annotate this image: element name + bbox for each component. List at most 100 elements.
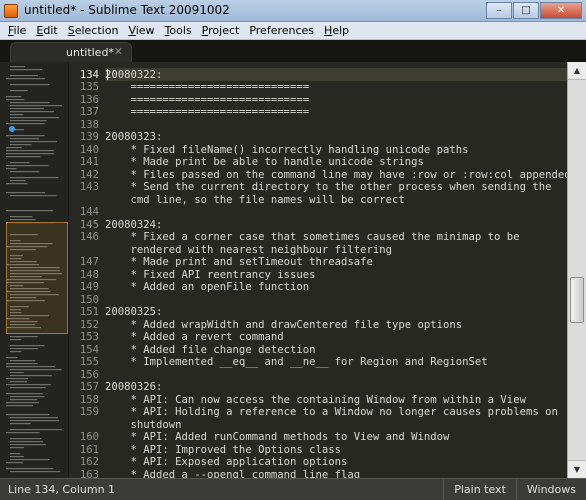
minimap-line xyxy=(6,405,33,407)
vertical-scrollbar[interactable]: ▲ ▼ xyxy=(567,62,586,478)
code-line[interactable]: 20080323: xyxy=(105,131,162,144)
syntax-selector[interactable]: Plain text xyxy=(443,479,516,500)
minimap-line xyxy=(6,366,56,368)
status-bar: Line 134, Column 1 Plain text Windows xyxy=(0,478,586,500)
menu-item-view[interactable]: View xyxy=(123,22,159,39)
menu-item-help[interactable]: Help xyxy=(319,22,354,39)
code-line[interactable]: cmd line, so the file names will be corr… xyxy=(105,194,405,207)
editor-area[interactable]: 134 135 136 137 138 139 140 141 142 143 144 145 146 1… xyxy=(0,62,586,481)
code-text[interactable]: 20080322: ============================ =… xyxy=(105,62,568,479)
title-bar: untitled* - Sublime Text 20091002 – □ ✕ xyxy=(0,0,586,22)
menu-item-tools[interactable]: Tools xyxy=(160,22,197,39)
line-number: 145 xyxy=(79,218,99,231)
menu-item-edit[interactable]: Edit xyxy=(31,22,62,39)
line-number: 137 xyxy=(79,106,99,118)
code-line[interactable]: ============================ xyxy=(105,94,310,107)
close-button[interactable]: ✕ xyxy=(540,2,582,19)
code-line[interactable]: * Fixed a corner case that sometimes cau… xyxy=(105,231,520,244)
line-number: 135 xyxy=(79,81,99,93)
line-number: 147 xyxy=(79,256,99,268)
line-number: 153 xyxy=(79,331,99,343)
minimap[interactable] xyxy=(0,62,69,478)
code-line[interactable]: 20080325: xyxy=(105,306,162,319)
menu-item-preferences[interactable]: Preferences xyxy=(244,22,319,39)
minimap-viewport[interactable] xyxy=(6,222,68,334)
line-number: 143 xyxy=(79,181,99,193)
code-line[interactable]: * Added a --opengl command line flag xyxy=(105,469,361,479)
scroll-up-icon[interactable]: ▲ xyxy=(568,62,586,80)
minimap-line xyxy=(10,459,50,461)
code-line[interactable]: ============================ xyxy=(105,81,310,94)
code-line[interactable]: * API: Added runCommand methods to View … xyxy=(105,431,450,444)
scrollbar-thumb[interactable] xyxy=(570,277,584,323)
code-line[interactable]: * Fixed fileName() incorrectly handling … xyxy=(105,144,469,157)
line-number: 150 xyxy=(79,293,99,306)
line-number: 134 xyxy=(79,68,99,81)
line-number: 156 xyxy=(79,368,99,381)
code-line[interactable]: 20080324: xyxy=(105,219,162,232)
menu-label: election xyxy=(74,24,119,37)
code-line[interactable]: * Implemented __eq__ and __ne__ for Regi… xyxy=(105,356,488,369)
minimap-line xyxy=(10,429,62,431)
minimize-button[interactable]: – xyxy=(486,2,512,19)
code-line[interactable]: * Added an openFile function xyxy=(105,281,310,294)
minimap-line xyxy=(10,69,43,71)
code-line[interactable]: rendered with nearest neighbour filterin… xyxy=(105,244,393,257)
minimap-line xyxy=(6,357,18,359)
minimap-line xyxy=(10,102,50,104)
code-line[interactable]: 20080322: xyxy=(105,69,162,82)
code-line[interactable]: * Added a revert command xyxy=(105,331,284,344)
menu-item-project[interactable]: Project xyxy=(197,22,245,39)
code-line[interactable]: * API: Holding a reference to a Window n… xyxy=(105,406,558,419)
line-endings-selector[interactable]: Windows xyxy=(515,479,586,500)
minimap-line xyxy=(10,111,55,113)
menu-accelerator: S xyxy=(67,24,75,37)
line-number: 138 xyxy=(79,118,99,131)
minimap-line xyxy=(10,351,22,353)
code-line[interactable]: * API: Exposed application options xyxy=(105,456,348,469)
code-line[interactable]: * Fixed API reentrancy issues xyxy=(105,269,316,282)
code-line[interactable]: * Made print be able to handle unicode s… xyxy=(105,156,424,169)
line-number: 149 xyxy=(79,281,99,293)
minimap-line xyxy=(10,381,28,383)
minimap-line xyxy=(6,363,38,365)
code-line[interactable]: * Made print and setTimeout threadsafe xyxy=(105,256,373,269)
line-number: 160 xyxy=(79,431,99,443)
minimap-line xyxy=(10,369,62,371)
menu-label: iew xyxy=(135,24,155,37)
minimap-line xyxy=(10,453,21,455)
code-line[interactable]: 20080326: xyxy=(105,381,162,394)
menu-bar: File Edit Selection View Tools Project Prefere… xyxy=(0,22,586,40)
minimap-line xyxy=(6,168,17,170)
tab-close-icon[interactable]: ✕ xyxy=(114,45,123,58)
line-number: 162 xyxy=(79,456,99,468)
code-line[interactable]: * Added wrapWidth and drawCentered file … xyxy=(105,319,463,332)
minimap-line xyxy=(10,114,24,116)
scroll-down-icon[interactable]: ▼ xyxy=(568,460,586,478)
minimap-line xyxy=(10,117,59,119)
line-number: 136 xyxy=(79,93,99,106)
minimap-line xyxy=(10,180,26,182)
code-line[interactable]: * API: Can now access the containing Win… xyxy=(105,394,526,407)
menu-item-file[interactable]: File xyxy=(3,22,31,39)
maximize-button[interactable]: □ xyxy=(513,2,539,19)
code-line[interactable]: * API: Improved the Options class xyxy=(105,444,342,457)
line-number: 151 xyxy=(79,306,99,318)
code-line[interactable]: shutdown xyxy=(105,419,182,432)
code-line[interactable]: * Files passed on the command line may h… xyxy=(105,169,568,182)
menu-item-selection[interactable]: Selection xyxy=(63,22,124,39)
minimap-line xyxy=(10,417,59,419)
code-line[interactable]: ============================ xyxy=(105,106,310,119)
minimap-line xyxy=(10,105,62,107)
tab-untitled[interactable]: untitled* ✕ xyxy=(10,42,132,62)
code-line[interactable]: * Added file change detection xyxy=(105,344,316,357)
minimap-line xyxy=(6,96,22,98)
line-number: 161 xyxy=(79,443,99,456)
window-controls: – □ ✕ xyxy=(485,2,582,19)
minimap-line xyxy=(10,360,36,362)
minimap-line xyxy=(6,468,54,470)
minimap-line xyxy=(6,210,54,212)
minimap-line xyxy=(10,66,26,68)
line-number: 146 xyxy=(79,231,99,243)
code-line[interactable]: * Send the current directory to the othe… xyxy=(105,181,552,194)
